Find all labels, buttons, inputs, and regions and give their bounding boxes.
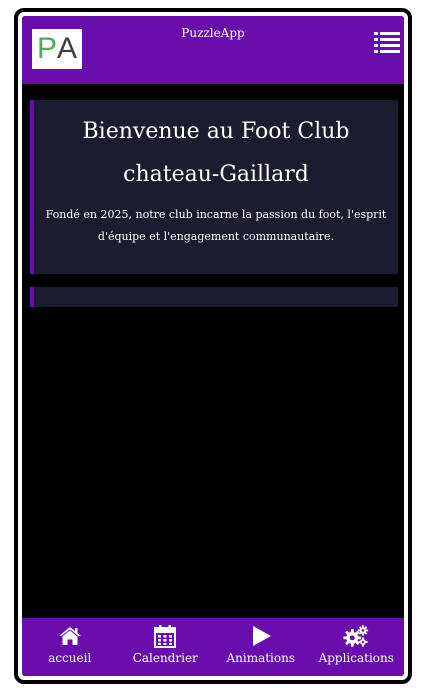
play-icon <box>248 624 274 648</box>
nav-item-accueil[interactable]: accueil <box>22 618 118 676</box>
home-icon <box>57 624 83 648</box>
calendar-icon <box>152 624 178 648</box>
welcome-description: Fondé en 2025, notre club incarne la pas… <box>45 208 387 243</box>
nav-label-applications: Applications <box>318 651 394 665</box>
app-header: PA PuzzleApp <box>22 16 404 84</box>
welcome-title: Bienvenue au Foot Club chateau-Gaillard <box>82 119 350 187</box>
nav-item-animations[interactable]: Animations <box>213 618 309 676</box>
main-content: Bienvenue au Foot Club chateau-Gaillard … <box>22 84 404 618</box>
app-screen: PA PuzzleApp Bienvenue au Foot Club chat… <box>22 16 404 676</box>
phone-frame: PA PuzzleApp Bienvenue au Foot Club chat… <box>14 8 412 684</box>
nav-label-accueil: accueil <box>48 651 92 665</box>
list-menu-icon <box>374 32 400 53</box>
secondary-card <box>30 287 398 307</box>
app-title: PuzzleApp <box>181 26 245 40</box>
gears-icon <box>343 624 369 648</box>
nav-item-calendrier[interactable]: Calendrier <box>118 618 214 676</box>
nav-label-calendrier: Calendrier <box>132 651 198 665</box>
bottom-navigation: accueil Calendrier Animations Applicatio… <box>22 618 404 676</box>
menu-button[interactable] <box>374 31 400 53</box>
nav-item-applications[interactable]: Applications <box>309 618 405 676</box>
welcome-card: Bienvenue au Foot Club chateau-Gaillard … <box>30 100 398 274</box>
nav-label-animations: Animations <box>226 651 296 665</box>
